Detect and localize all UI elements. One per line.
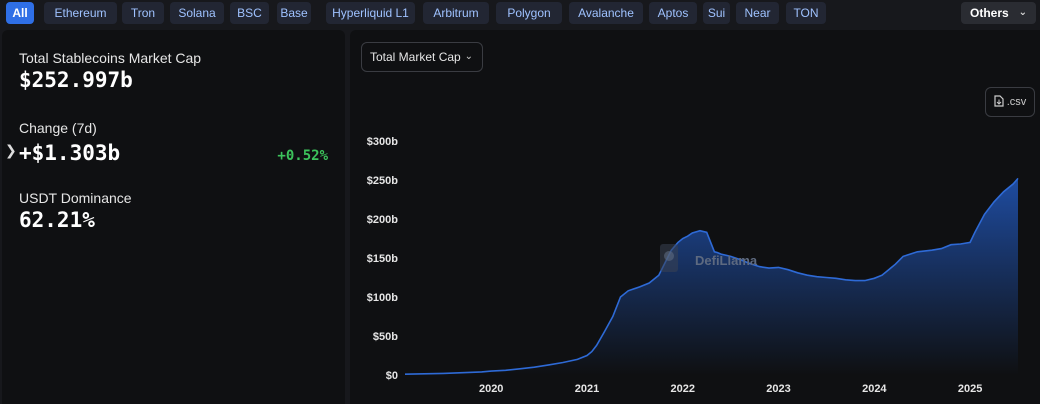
x-tick-label: 2021 xyxy=(575,383,599,395)
chain-tab-ethereum[interactable]: Ethereum xyxy=(44,2,117,24)
chain-tab-aptos[interactable]: Aptos xyxy=(649,2,697,24)
y-axis: $0 $50b $100b $150b $200b $250b $300b xyxy=(367,136,398,382)
others-label: Others xyxy=(970,6,1009,20)
x-tick-label: 2023 xyxy=(766,383,790,395)
defillama-logo-icon xyxy=(660,244,678,272)
chain-tab-arbitrum[interactable]: Arbitrum xyxy=(423,2,489,24)
total-market-cap-value: $252.997b xyxy=(19,68,133,92)
x-axis: 2020 2021 2022 2023 2024 2025 xyxy=(479,383,982,395)
y-tick-label: $50b xyxy=(373,331,398,343)
chain-tab-solana[interactable]: Solana xyxy=(170,2,224,24)
chain-filter-bar: All Ethereum Tron Solana BSC Base Hyperliquid … xyxy=(6,2,1036,24)
chevron-down-icon: ⌄ xyxy=(1018,7,1027,18)
y-tick-label: $150b xyxy=(367,253,398,265)
chain-tab-polygon[interactable]: Polygon xyxy=(496,2,562,24)
chart-panel: Total Market Cap ⌄ .csv $0 $50b $100b $150b… xyxy=(350,30,1040,404)
y-tick-label: $100b xyxy=(367,292,398,304)
change-7d-label: Change (7d) xyxy=(19,120,97,136)
others-dropdown[interactable]: Others ⌄ xyxy=(961,2,1036,24)
chain-tab-tron[interactable]: Tron xyxy=(122,2,164,24)
x-tick-label: 2020 xyxy=(479,383,503,395)
y-tick-label: $250b xyxy=(367,175,398,187)
chain-tab-all[interactable]: All xyxy=(6,2,34,24)
y-tick-label: $300b xyxy=(367,136,398,148)
chain-tab-base[interactable]: Base xyxy=(277,2,311,24)
change-7d-value: +$1.303b xyxy=(19,141,121,165)
chain-tab-hyperliquid-l1[interactable]: Hyperliquid L1 xyxy=(326,2,415,24)
usdt-dominance-label: USDT Dominance xyxy=(19,190,132,206)
y-tick-label: $200b xyxy=(367,214,398,226)
usdt-dominance-value: 62.21% xyxy=(19,208,95,232)
x-tick-label: 2024 xyxy=(862,383,887,395)
change-7d-percent: +0.52% xyxy=(277,148,328,164)
x-tick-label: 2025 xyxy=(958,383,982,395)
chain-tab-avalanche[interactable]: Avalanche xyxy=(569,2,643,24)
stats-panel: Total Stablecoins Market Cap $252.997b C… xyxy=(2,30,345,404)
x-tick-label: 2022 xyxy=(671,383,695,395)
chain-tab-ton[interactable]: TON xyxy=(786,2,826,24)
chain-tab-sui[interactable]: Sui xyxy=(703,2,730,24)
y-tick-label: $0 xyxy=(386,370,398,382)
chain-tab-near[interactable]: Near xyxy=(736,2,779,24)
watermark-text: DefiLlama xyxy=(695,253,758,268)
market-cap-chart: $0 $50b $100b $150b $200b $250b $300b 2020 2021… xyxy=(367,136,1019,395)
total-market-cap-label: Total Stablecoins Market Cap xyxy=(19,50,202,66)
market-cap-area xyxy=(405,178,1018,375)
expand-chevron-icon[interactable]: ❯ xyxy=(5,142,17,159)
chain-tab-bsc[interactable]: BSC xyxy=(230,2,269,24)
